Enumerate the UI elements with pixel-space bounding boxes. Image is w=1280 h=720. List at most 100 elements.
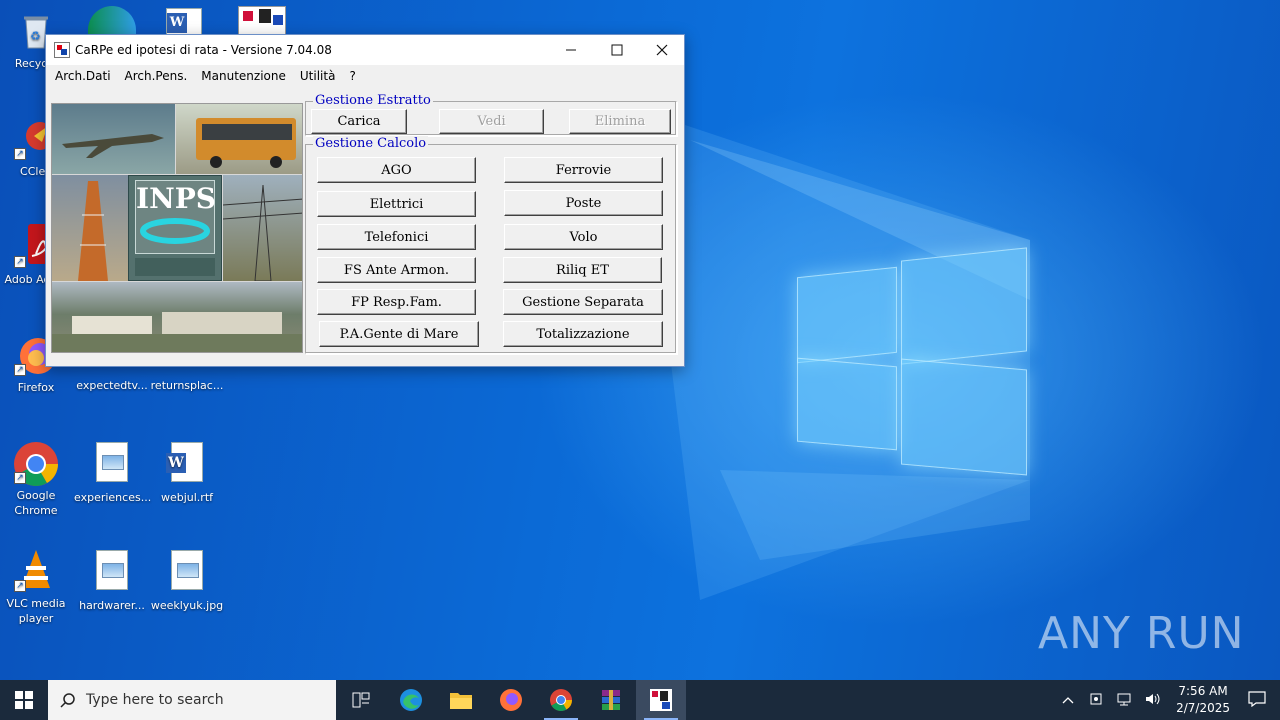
desktop-icon-label: hardwarer... <box>79 599 145 612</box>
system-tray: 7:56 AM 2/7/2025 <box>1054 680 1280 720</box>
menu-arch-dati[interactable]: Arch.Dati <box>48 65 118 87</box>
ferrovie-button[interactable]: Ferrovie <box>504 157 663 183</box>
desktop-icon-vlc[interactable]: ↗ VLC media player <box>0 548 74 626</box>
chevron-up-icon <box>1062 697 1074 704</box>
taskbar-firefox[interactable] <box>486 680 536 720</box>
windows-logo-wallpaper <box>795 240 1030 480</box>
close-button[interactable] <box>639 35 685 65</box>
network-button[interactable] <box>1116 691 1132 710</box>
show-hidden-icons-button[interactable] <box>1062 693 1074 707</box>
photo-buildings <box>52 282 302 352</box>
clock-date: 2/7/2025 <box>1176 701 1230 715</box>
start-button[interactable] <box>0 680 48 720</box>
menu-help[interactable]: ? <box>342 65 362 87</box>
shortcut-arrow-icon: ↗ <box>14 364 26 376</box>
menu-bar: Arch.Dati Arch.Pens. Manutenzione Utilit… <box>46 65 684 87</box>
taskbar-edge[interactable] <box>386 680 436 720</box>
minimize-button[interactable] <box>548 35 594 65</box>
carpe-app-icon <box>650 689 672 711</box>
desktop-icon-label: Firefox <box>17 381 55 394</box>
menu-manutenzione[interactable]: Manutenzione <box>194 65 293 87</box>
maximize-icon <box>611 44 623 56</box>
photo-collage: INPS <box>51 103 303 353</box>
ago-button[interactable]: AGO <box>317 157 476 183</box>
network-icon <box>1117 693 1131 705</box>
riliq-et-button[interactable]: Riliq ET <box>503 257 662 283</box>
taskbar-winrar[interactable] <box>586 680 636 720</box>
photo-power-lines <box>223 175 302 281</box>
carpe-app-window[interactable]: CaRPe ed ipotesi di rata - Versione 7.04… <box>45 34 685 367</box>
carica-button[interactable]: Carica <box>311 109 407 134</box>
clock-time: 7:56 AM <box>1178 684 1228 698</box>
app-icon <box>54 42 70 58</box>
gestione-estratto-group: Gestione Estratto Carica Vedi Elimina <box>305 93 677 136</box>
poste-button[interactable]: Poste <box>504 190 663 216</box>
notifications-button[interactable] <box>1248 690 1266 710</box>
elettrici-button[interactable]: Elettrici <box>317 191 476 217</box>
vlc-icon: ↗ <box>14 548 58 592</box>
desktop-icon-google-chrome[interactable]: ↗ Google Chrome <box>0 440 74 518</box>
desktop-icon-label: Google Chrome <box>14 489 58 517</box>
gestione-separata-button[interactable]: Gestione Separata <box>503 289 663 315</box>
telefonici-button[interactable]: Telefonici <box>317 224 476 250</box>
gestione-calcolo-group: Gestione Calcolo AGO Ferrovie Elettrici … <box>305 136 677 354</box>
window-content: INPS Gestione Estratto Carica Vedi Elimi… <box>49 93 681 363</box>
window-titlebar[interactable]: CaRPe ed ipotesi di rata - Versione 7.04… <box>46 35 684 65</box>
gestione-calcolo-legend: Gestione Calcolo <box>313 136 429 152</box>
taskbar-search-box[interactable]: Type here to search <box>48 680 336 720</box>
photo-jet <box>52 104 175 174</box>
desktop-icon-label: VLC media player <box>6 597 66 625</box>
maximize-button[interactable] <box>594 35 640 65</box>
taskbar-carpe[interactable] <box>636 680 686 720</box>
taskbar-chrome[interactable] <box>536 680 586 720</box>
window-title: CaRPe ed ipotesi di rata - Versione 7.04… <box>75 43 332 57</box>
close-icon <box>656 44 668 56</box>
vedi-button[interactable]: Vedi <box>439 109 544 134</box>
search-icon <box>60 693 75 708</box>
menu-arch-pens[interactable]: Arch.Pens. <box>118 65 195 87</box>
shortcut-arrow-icon: ↗ <box>14 256 26 268</box>
volo-button[interactable]: Volo <box>504 224 663 250</box>
minimize-icon <box>566 49 576 51</box>
chrome-icon: ↗ <box>14 440 58 486</box>
notification-icon <box>1248 690 1266 707</box>
shortcut-arrow-icon: ↗ <box>14 580 26 592</box>
desktop-icon-label: expectedtv... <box>76 379 148 392</box>
desktop-icon-label: experiences... <box>74 491 152 504</box>
gestione-estratto-legend: Gestione Estratto <box>313 93 433 109</box>
fp-resp-fam-button[interactable]: FP Resp.Fam. <box>317 289 476 315</box>
desktop-icon-hardwarer[interactable]: hardwarer... <box>74 548 150 613</box>
folder-icon <box>450 693 472 709</box>
shortcut-arrow-icon: ↗ <box>14 472 26 484</box>
carpe-desktop-icon[interactable] <box>238 6 286 36</box>
edge-icon <box>400 689 422 711</box>
tray-app-icon[interactable] <box>1088 691 1104 710</box>
inps-logo-text: INPS <box>136 182 216 215</box>
speaker-icon <box>1146 693 1160 704</box>
svg-text:♻: ♻ <box>30 29 41 43</box>
chrome-icon <box>550 689 572 711</box>
image-file-icon <box>90 442 134 486</box>
desktop-icon-webjul[interactable]: W webjul.rtf <box>149 440 225 505</box>
photo-bus <box>176 104 302 174</box>
fs-ante-armon-button[interactable]: FS Ante Armon. <box>317 257 476 283</box>
image-file-icon <box>90 550 134 594</box>
search-placeholder: Type here to search <box>86 692 224 708</box>
shortcut-arrow-icon: ↗ <box>14 148 26 160</box>
taskbar-clock[interactable]: 7:56 AM 2/7/2025 <box>1176 683 1230 717</box>
volume-button[interactable] <box>1144 691 1162 710</box>
desktop-icon-weeklyuk[interactable]: weeklyuk.jpg <box>149 548 225 613</box>
menu-utilita[interactable]: Utilità <box>293 65 343 87</box>
winrar-icon <box>602 690 620 710</box>
device-icon <box>1090 693 1102 704</box>
task-view-button[interactable] <box>336 680 386 720</box>
elimina-button[interactable]: Elimina <box>569 109 671 134</box>
totalizzazione-button[interactable]: Totalizzazione <box>503 321 663 347</box>
word-desktop-icon[interactable]: W <box>166 8 202 36</box>
windows-start-icon <box>15 691 33 709</box>
taskbar-file-explorer[interactable] <box>436 680 486 720</box>
anyrun-watermark: ANY RUN <box>1038 608 1245 659</box>
desktop-icon-experiences[interactable]: experiences... <box>74 440 152 505</box>
pa-gente-di-mare-button[interactable]: P.A.Gente di Mare <box>319 321 479 347</box>
desktop-icon-label: webjul.rtf <box>160 491 214 504</box>
